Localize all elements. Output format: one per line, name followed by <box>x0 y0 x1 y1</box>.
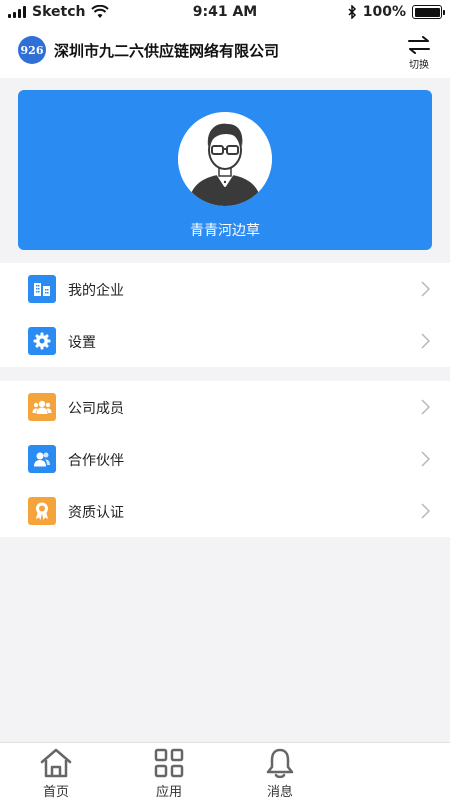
tab-apps[interactable]: 应用 <box>139 747 199 800</box>
menu-item-settings[interactable]: 设置 <box>0 315 450 367</box>
menu-item-my-company[interactable]: 我的企业 <box>0 263 450 315</box>
username: 青青河边草 <box>190 223 260 239</box>
menu-item-members[interactable]: 公司成员 <box>0 381 450 433</box>
avatar-icon[interactable] <box>178 112 272 206</box>
status-bar: Sketch 9:41 AM 100% <box>0 0 450 26</box>
app-header: 926 深圳市九二六供应链网络有限公司 切换 <box>0 26 450 78</box>
chevron-right-icon <box>421 503 430 519</box>
chevron-right-icon <box>421 451 430 467</box>
menu-item-certification[interactable]: 资质认证 <box>0 485 450 537</box>
menu-item-label: 资质认证 <box>68 505 124 521</box>
bell-icon <box>266 748 294 779</box>
switch-button[interactable]: 切换 <box>404 36 434 71</box>
chevron-right-icon <box>421 399 430 415</box>
chevron-right-icon <box>421 333 430 349</box>
tab-label: 应用 <box>155 785 182 800</box>
tab-label: 首页 <box>42 785 69 800</box>
tab-label: 消息 <box>266 785 293 800</box>
grid-icon <box>154 748 184 778</box>
partner-icon <box>28 445 56 473</box>
home-icon <box>40 748 72 778</box>
certificate-icon <box>28 497 56 525</box>
company-logo: 926 <box>18 36 46 64</box>
switch-label: 切换 <box>409 60 429 71</box>
menu-group-2: 公司成员 合作伙伴 资质认证 <box>0 381 450 537</box>
profile-card[interactable]: 青青河边草 <box>18 90 432 250</box>
members-icon <box>28 393 56 421</box>
bottom-tab-bar: 首页 应用 消息 <box>0 742 450 800</box>
status-right: 100% <box>347 4 445 20</box>
switch-arrows-icon <box>408 36 430 54</box>
gear-icon <box>28 327 56 355</box>
tab-home[interactable]: 首页 <box>26 747 86 800</box>
battery-level <box>414 7 440 17</box>
battery-percent: 100% <box>362 4 406 20</box>
menu-group-1: 我的企业 设置 <box>0 263 450 367</box>
menu-item-label: 公司成员 <box>68 401 124 417</box>
bluetooth-icon <box>348 5 356 19</box>
building-icon <box>28 275 56 303</box>
logo-text: 926 <box>20 43 44 57</box>
menu-item-partners[interactable]: 合作伙伴 <box>0 433 450 485</box>
chevron-right-icon <box>421 281 430 297</box>
menu-item-label: 我的企业 <box>68 283 124 299</box>
tab-messages[interactable]: 消息 <box>250 747 310 800</box>
battery-icon <box>412 5 445 19</box>
menu-item-label: 合作伙伴 <box>68 453 124 469</box>
company-name: 深圳市九二六供应链网络有限公司 <box>54 42 280 60</box>
menu-item-label: 设置 <box>68 335 96 351</box>
